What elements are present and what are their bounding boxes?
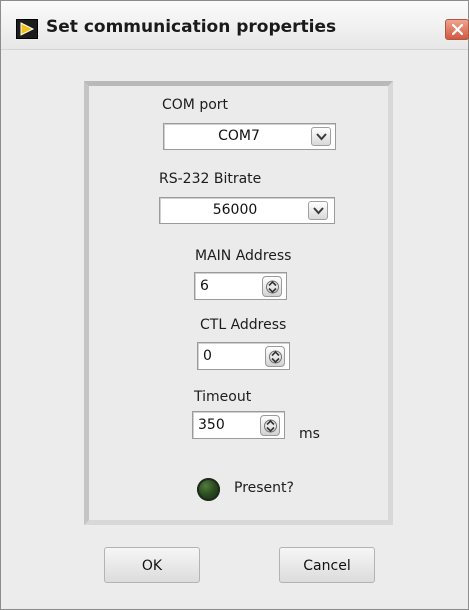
cancel-button-label: Cancel bbox=[303, 558, 351, 574]
ok-button-label: OK bbox=[141, 558, 163, 574]
main-address-spinner[interactable] bbox=[262, 276, 282, 297]
spinner-arrows-icon bbox=[264, 419, 277, 433]
timeout-input[interactable]: 350 bbox=[192, 411, 285, 439]
spinner-arrows-icon bbox=[266, 280, 279, 294]
ctl-address-value: 0 bbox=[203, 348, 212, 364]
com-port-select[interactable]: COM7 bbox=[163, 123, 336, 150]
timeout-label: Timeout bbox=[194, 389, 252, 405]
labview-vi-icon bbox=[16, 19, 38, 39]
timeout-unit-label: ms bbox=[299, 426, 320, 442]
ctl-address-label: CTL Address bbox=[200, 317, 287, 333]
bitrate-select[interactable]: 56000 bbox=[159, 197, 335, 224]
window-title: Set communication properties bbox=[46, 17, 337, 37]
cancel-button[interactable]: Cancel bbox=[279, 547, 375, 583]
timeout-value: 350 bbox=[198, 417, 225, 433]
close-icon bbox=[452, 24, 463, 35]
timeout-spinner[interactable] bbox=[260, 415, 280, 436]
bitrate-value: 56000 bbox=[212, 202, 258, 218]
present-indicator-led bbox=[197, 478, 220, 501]
com-port-value: COM7 bbox=[218, 128, 260, 144]
com-port-dropdown-button[interactable] bbox=[311, 127, 331, 146]
chevron-down-icon bbox=[316, 133, 327, 141]
close-button[interactable] bbox=[445, 19, 469, 40]
bitrate-dropdown-button[interactable] bbox=[308, 201, 328, 220]
title-bar[interactable]: Set communication properties bbox=[1, 1, 469, 50]
main-address-input[interactable]: 6 bbox=[194, 272, 287, 300]
ctl-address-input[interactable]: 0 bbox=[197, 342, 290, 370]
com-port-label: COM port bbox=[162, 97, 229, 113]
main-address-value: 6 bbox=[200, 278, 209, 294]
bitrate-label: RS-232 Bitrate bbox=[159, 171, 262, 187]
present-label: Present? bbox=[234, 480, 294, 496]
main-address-label: MAIN Address bbox=[195, 248, 292, 264]
dialog-window: Set communication properties COM port CO… bbox=[0, 0, 469, 610]
spinner-arrows-icon bbox=[269, 350, 282, 364]
chevron-down-icon bbox=[313, 207, 324, 215]
ctl-address-spinner[interactable] bbox=[265, 346, 285, 367]
ok-button[interactable]: OK bbox=[104, 547, 200, 583]
